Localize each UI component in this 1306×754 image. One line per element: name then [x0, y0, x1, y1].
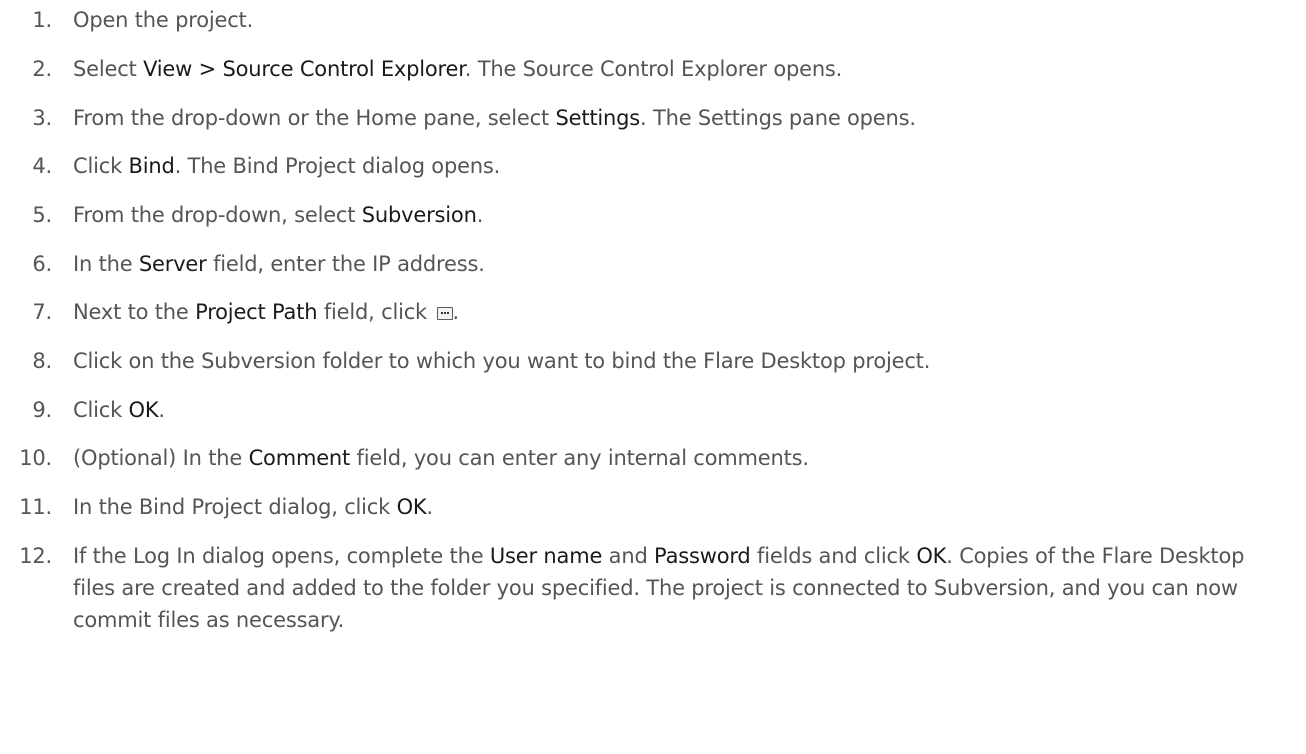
step-text-part: field, click [317, 300, 434, 324]
step-text: Select View > Source Control Explorer. T… [73, 53, 1278, 85]
ui-term-ok: OK [396, 495, 427, 519]
ui-term-ok: OK [916, 544, 947, 568]
step-number: 4. [32, 154, 52, 178]
step-12: 12. If the Log In dialog opens, complete… [0, 540, 1306, 636]
step-text-part: fields and click [750, 544, 917, 568]
step-number: 2. [32, 57, 52, 81]
step-number: 11. [19, 495, 52, 519]
step-text-part: . [158, 398, 165, 422]
step-text-part: . [426, 495, 434, 519]
step-text-part: From the drop-down, select [73, 203, 362, 227]
step-8: 8. Click on the Subversion folder to whi… [0, 345, 1306, 377]
ui-term-settings: Settings [555, 106, 641, 130]
ui-term-bind: Bind [128, 154, 175, 178]
step-text-part: In the Bind Project dialog, click [73, 495, 397, 519]
step-text: Click on the Subversion folder to which … [73, 345, 1278, 377]
step-text-part: . [476, 203, 484, 227]
step-text: Click Bind. The Bind Project dialog open… [73, 150, 1278, 182]
step-number: 5. [32, 203, 52, 227]
ui-term-password: Password [654, 544, 751, 568]
step-9: 9. Click OK. [0, 394, 1306, 426]
step-text-part: Next to the [73, 300, 196, 324]
ui-term-view-source-control-explorer: View > Source Control Explorer [143, 57, 465, 81]
step-text-part: . The Settings pane opens. [640, 106, 916, 130]
step-number: 1. [32, 8, 52, 32]
step-text-part: Click [73, 154, 129, 178]
step-text: In the Server field, enter the IP addres… [73, 248, 1278, 280]
step-text-part: . [452, 300, 460, 324]
step-text-part: Select [73, 57, 144, 81]
step-text-part: (Optional) In the [73, 446, 249, 470]
step-10: 10. (Optional) In the Comment field, you… [0, 442, 1306, 474]
ui-term-project-path: Project Path [195, 300, 318, 324]
step-text-part: field, enter the IP address. [206, 252, 485, 276]
step-4: 4. Click Bind. The Bind Project dialog o… [0, 150, 1306, 182]
step-text: From the drop-down, select Subversion. [73, 199, 1278, 231]
step-number: 8. [32, 349, 52, 373]
step-11: 11. In the Bind Project dialog, click OK… [0, 491, 1306, 523]
step-text-part: . The Bind Project dialog opens. [174, 154, 501, 178]
step-text: If the Log In dialog opens, complete the… [73, 540, 1278, 636]
step-text-part: Open the project. [73, 8, 254, 32]
step-number: 7. [32, 300, 52, 324]
ui-term-server: Server [138, 252, 207, 276]
step-text-part: In the [73, 252, 139, 276]
step-text-part: If the Log In dialog opens, complete the [73, 544, 490, 568]
step-text: In the Bind Project dialog, click OK. [73, 491, 1278, 523]
step-number: 9. [32, 398, 52, 422]
step-text: Next to the Project Path field, click . [73, 296, 1278, 328]
step-5: 5. From the drop-down, select Subversion… [0, 199, 1306, 231]
step-text: Click OK. [73, 394, 1278, 426]
step-7: 7. Next to the Project Path field, click… [0, 296, 1306, 328]
step-number: 10. [19, 446, 52, 470]
step-2: 2. Select View > Source Control Explorer… [0, 53, 1306, 85]
step-text-part: Click on the Subversion folder to which … [73, 349, 931, 373]
ui-term-subversion: Subversion [361, 203, 477, 227]
browse-ellipsis-icon [436, 307, 453, 320]
step-text-part: . The Source Control Explorer opens. [464, 57, 843, 81]
step-number: 3. [32, 106, 52, 130]
step-number: 12. [19, 544, 52, 568]
step-text-part: field, you can enter any internal commen… [350, 446, 810, 470]
step-text: (Optional) In the Comment field, you can… [73, 442, 1278, 474]
step-text-part: From the drop-down or the Home pane, sel… [73, 106, 556, 130]
procedure-steps-list: 1. Open the project. 2. Select View > So… [0, 0, 1306, 632]
step-text-part: and [602, 544, 655, 568]
step-text: From the drop-down or the Home pane, sel… [73, 102, 1278, 134]
step-text: Open the project. [73, 4, 1278, 36]
step-text-part: Click [73, 398, 129, 422]
ui-term-ok: OK [128, 398, 159, 422]
step-number: 6. [32, 252, 52, 276]
step-1: 1. Open the project. [0, 4, 1306, 36]
ui-term-comment: Comment [248, 446, 351, 470]
ui-term-user-name: User name [489, 544, 603, 568]
step-3: 3. From the drop-down or the Home pane, … [0, 102, 1306, 134]
step-6: 6. In the Server field, enter the IP add… [0, 248, 1306, 280]
